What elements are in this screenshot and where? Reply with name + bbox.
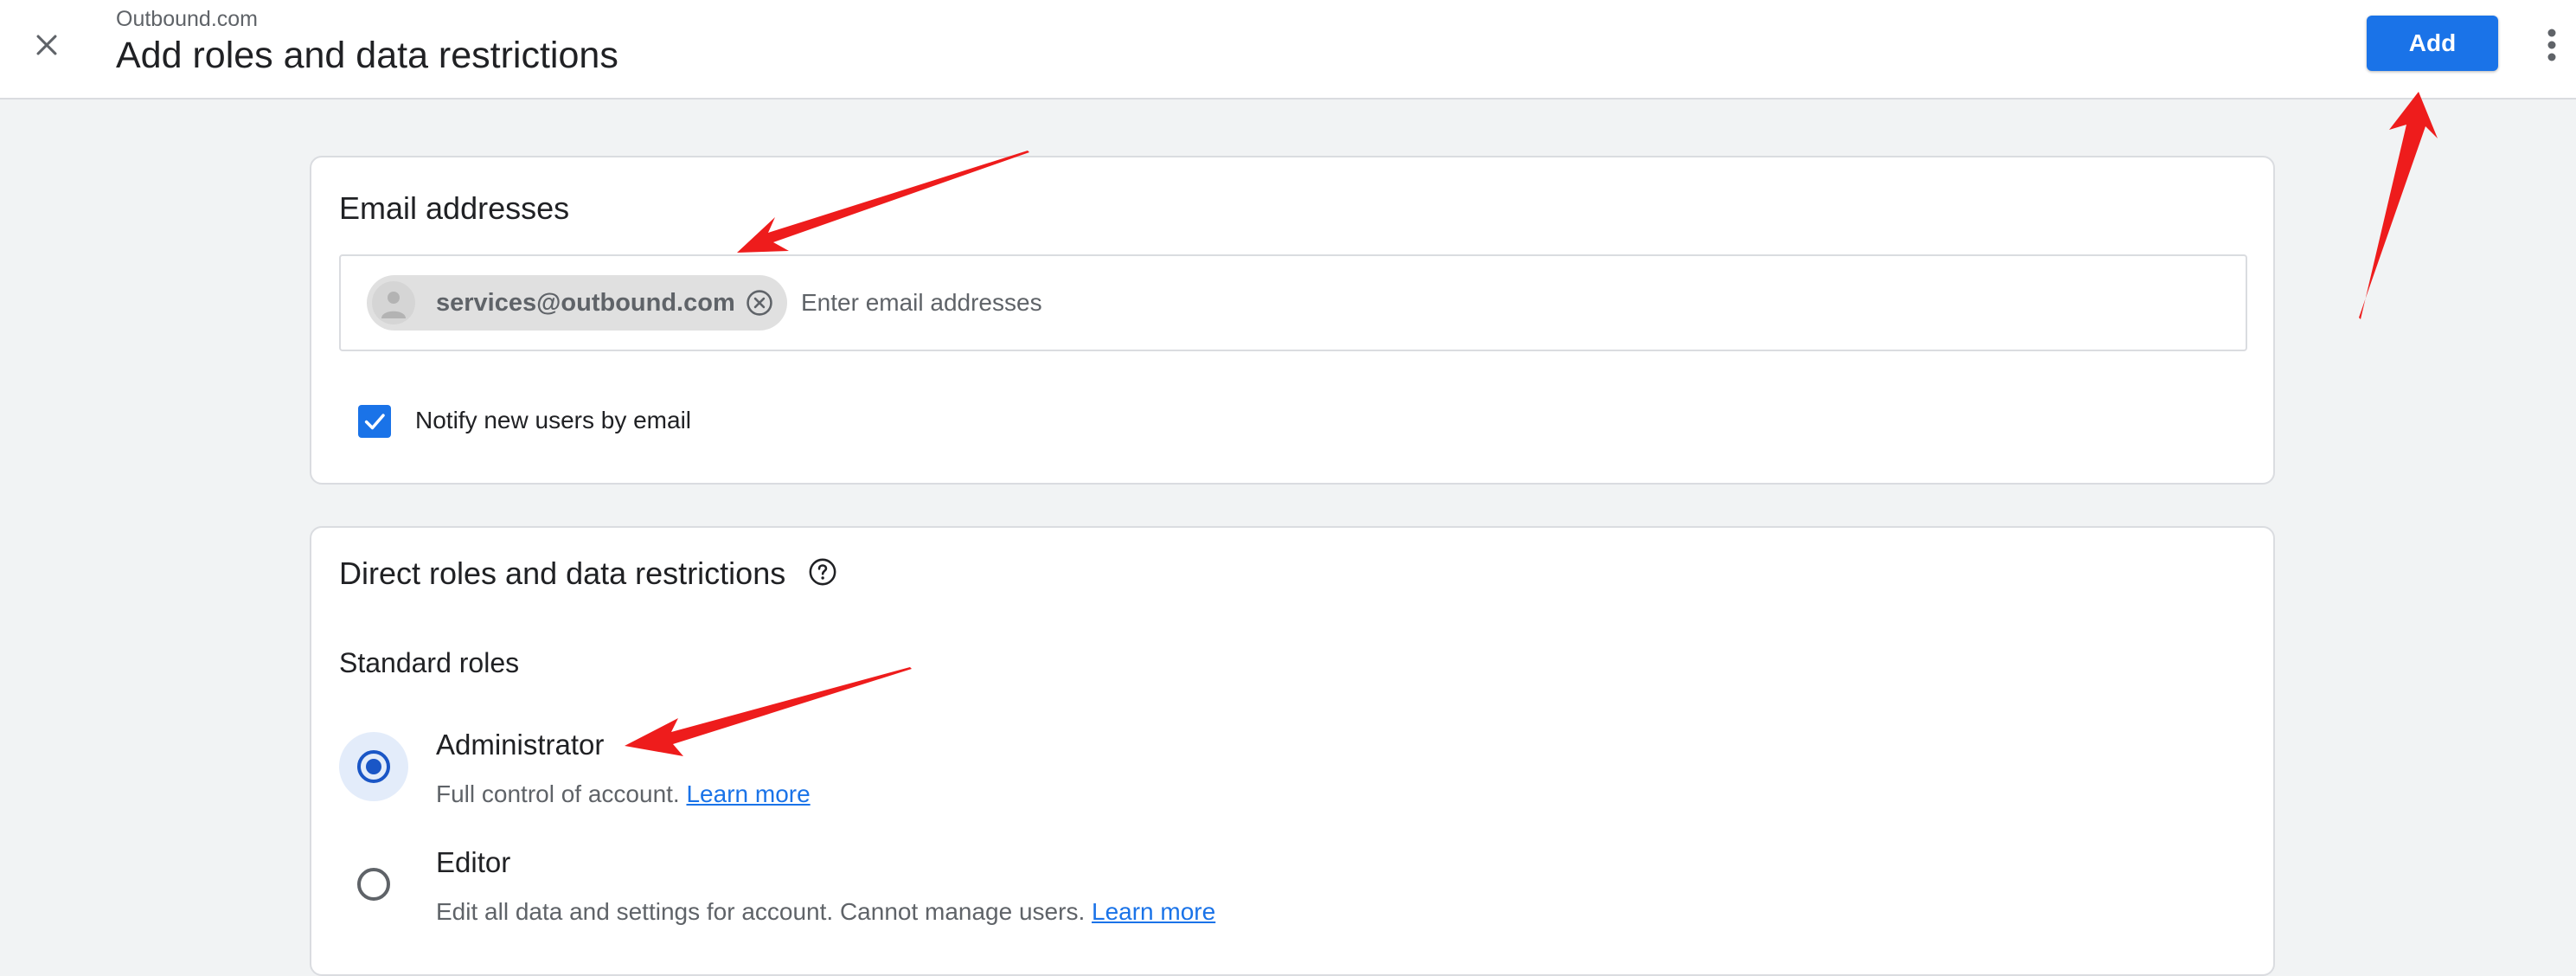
annotation-arrow-add	[2359, 92, 2438, 319]
email-input[interactable]	[799, 280, 2218, 325]
email-chip: services@outbound.com	[367, 275, 787, 331]
more-vert-icon	[2547, 29, 2556, 61]
email-section-heading: Email addresses	[339, 190, 570, 226]
role-description-text: Edit all data and settings for account. …	[436, 898, 1086, 925]
editor-radio[interactable]	[339, 850, 408, 919]
role-description-editor: Edit all data and settings for account. …	[436, 898, 1215, 926]
chip-remove-button[interactable]	[744, 287, 775, 318]
standard-roles-heading: Standard roles	[339, 647, 520, 678]
page-title: Add roles and data restrictions	[116, 35, 618, 76]
help-icon[interactable]	[808, 557, 837, 587]
role-title-administrator: Administrator	[436, 729, 605, 761]
breadcrumb: Outbound.com	[116, 7, 258, 31]
chip-email-text: services@outbound.com	[436, 288, 735, 317]
close-button[interactable]	[19, 17, 74, 73]
avatar	[372, 281, 415, 324]
close-icon	[36, 35, 57, 55]
check-icon	[364, 414, 385, 430]
notify-checkbox[interactable]	[358, 405, 391, 438]
more-options-button[interactable]	[2534, 21, 2569, 69]
role-description-text: Full control of account.	[436, 780, 680, 807]
roles-section-heading: Direct roles and data restrictions	[339, 555, 786, 591]
top-app-bar: Outbound.com Add roles and data restrict…	[0, 0, 2576, 100]
learn-more-link-editor[interactable]: Learn more	[1092, 898, 1215, 925]
administrator-radio[interactable]	[339, 732, 408, 801]
person-icon	[381, 292, 406, 318]
radio-indicator	[357, 750, 390, 783]
learn-more-link-administrator[interactable]: Learn more	[686, 780, 810, 807]
add-button[interactable]: Add	[2367, 16, 2498, 71]
radio-indicator	[357, 868, 390, 901]
email-addresses-card: Email addresses services@outbound.com En…	[310, 156, 2275, 485]
notify-label: Notify new users by email	[415, 407, 692, 433]
role-description-administrator: Full control of account. Learn more	[436, 780, 811, 808]
email-input-box[interactable]: services@outbound.com	[339, 254, 2247, 351]
radio-dot	[366, 759, 381, 774]
cancel-circle-icon	[747, 290, 772, 316]
roles-card: Direct roles and data restrictions Stand…	[310, 526, 2275, 976]
role-title-editor: Editor	[436, 846, 511, 878]
